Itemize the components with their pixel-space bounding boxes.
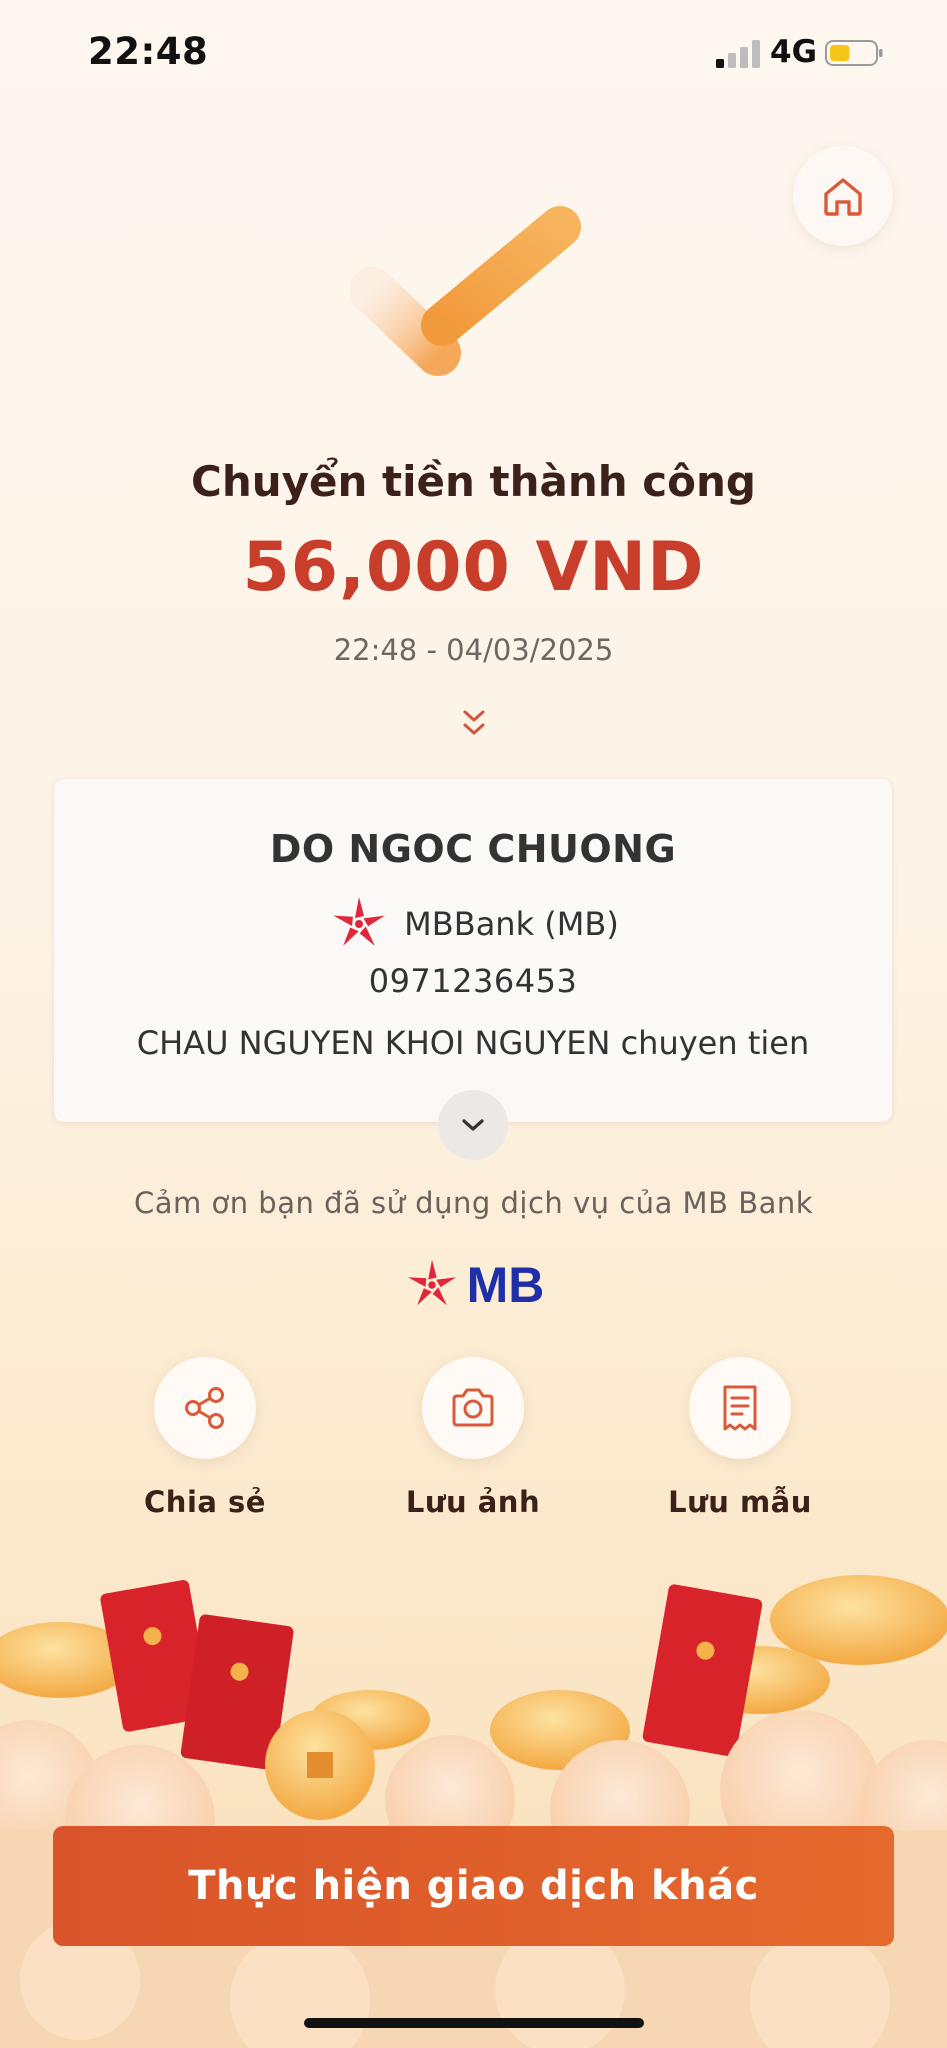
share-button[interactable]: Chia sẻ [105,1357,305,1519]
status-time: 22:48 [88,30,209,73]
transfer-amount: 56,000 VND [242,528,705,607]
receipt-icon [723,1385,757,1431]
chevron-down-icon [462,1119,484,1131]
signal-icon [716,40,760,68]
share-circle [154,1357,256,1459]
account-number: 0971236453 [368,962,578,1000]
festive-decoration [0,1575,947,2048]
mb-logo: MB [0,1256,947,1314]
share-label: Chia sẻ [144,1485,266,1519]
save-image-button[interactable]: Lưu ảnh [373,1357,573,1519]
home-button[interactable] [793,146,893,246]
save-image-label: Lưu ảnh [405,1485,541,1519]
share-icon [185,1387,224,1429]
double-chevron-down-icon[interactable] [458,707,490,741]
camera-circle [422,1357,524,1459]
bank-name: MBBank (MB) [404,905,619,943]
result-title: Chuyển tiền thành công [191,457,756,506]
mb-logo-text: MB [466,1257,545,1313]
save-template-label: Lưu mẫu [668,1485,812,1519]
new-transaction-button[interactable]: Thực hiện giao dịch khác [53,1826,894,1946]
network-type: 4G [770,34,818,70]
mb-star-icon [407,1259,456,1306]
mbbank-logo-icon [333,897,385,946]
expand-details-button[interactable] [438,1090,508,1160]
transfer-datetime: 22:48 - 04/03/2025 [333,633,614,667]
thanks-message: Cảm ơn bạn đã sử dụng dịch vụ của MB Ban… [133,1186,814,1220]
receipt-circle [689,1357,791,1459]
transfer-message: CHAU NGUYEN KHOI NGUYEN chuyen tien [136,1024,810,1062]
battery-icon [825,40,883,66]
home-icon [824,178,862,216]
bank-row: MBBank (MB) [0,893,947,955]
recipient-name: DO NGOC CHUONG [269,827,677,871]
save-template-button[interactable]: Lưu mẫu [640,1357,840,1519]
check-icon [350,206,581,376]
home-indicator[interactable] [304,2018,644,2028]
camera-icon [452,1388,494,1427]
